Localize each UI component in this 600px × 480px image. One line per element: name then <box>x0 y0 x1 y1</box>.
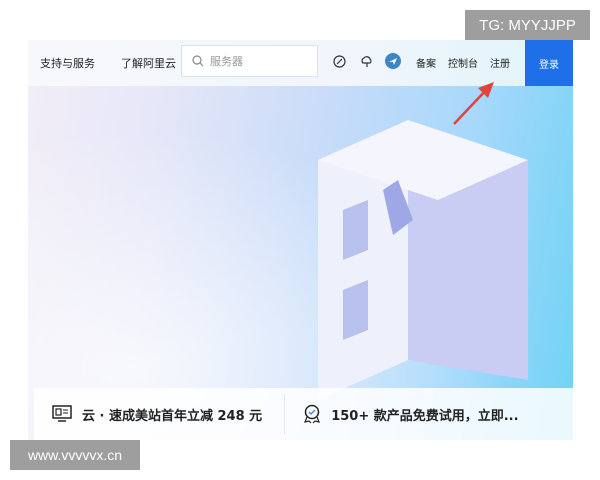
badge-icon <box>304 404 321 424</box>
link-beian[interactable]: 备案 <box>416 55 436 70</box>
search-input[interactable]: 服务器 <box>181 45 318 77</box>
annotation-arrow <box>453 82 494 125</box>
hero-cube-illustration <box>318 120 528 400</box>
screenshot: 支持与服务 了解阿里云 服务器 备案 控制台 注册 登录 云 · 速成美站首年立… <box>28 40 573 440</box>
login-button[interactable]: 登录 <box>525 40 573 86</box>
watermark-top: TG: MYYJJPP <box>465 10 590 40</box>
link-console[interactable]: 控制台 <box>448 55 478 70</box>
cloud-icon[interactable] <box>360 55 374 68</box>
speedometer-icon[interactable] <box>333 55 346 68</box>
monitor-icon <box>52 405 72 422</box>
watermark-bottom: www.vvvvvx.cn <box>10 440 140 470</box>
nav-about[interactable]: 了解阿里云 <box>121 55 176 71</box>
promo-text: 云 · 速成美站首年立减 248 元 <box>82 408 263 424</box>
search-icon <box>192 55 204 67</box>
nav-support[interactable]: 支持与服务 <box>40 55 95 71</box>
search-placeholder: 服务器 <box>210 55 243 68</box>
promo-bar: 云 · 速成美站首年立减 248 元 150+ 款产品免费试用，立即... <box>34 388 573 440</box>
promo-text: 150+ 款产品免费试用，立即... <box>331 408 519 424</box>
divider <box>284 394 286 434</box>
promo-free-trial[interactable]: 150+ 款产品免费试用，立即... <box>303 404 519 424</box>
promo-website[interactable]: 云 · 速成美站首年立减 248 元 <box>34 405 262 424</box>
link-register[interactable]: 注册 <box>490 55 510 70</box>
app-logo-icon[interactable] <box>385 53 401 69</box>
